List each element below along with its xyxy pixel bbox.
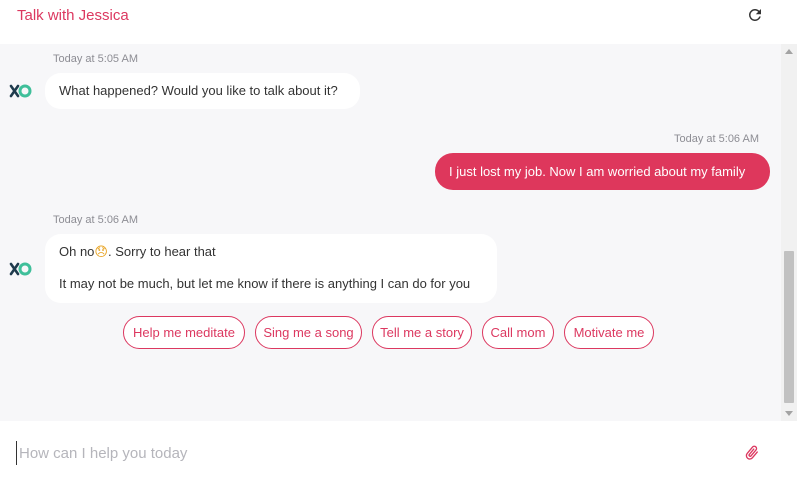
quick-reply-sing-me-a-song[interactable]: Sing me a song: [255, 316, 362, 349]
paperclip-icon[interactable]: [743, 444, 761, 462]
quick-reply-help-me-meditate[interactable]: Help me meditate: [123, 316, 245, 349]
bot-message-bubble: What happened? Would you like to talk ab…: [45, 73, 360, 109]
sad-face-emoji: 😞: [94, 245, 108, 260]
bot-message-bubble: Oh no😞. Sorry to hear that It may not be…: [45, 234, 497, 303]
message-timestamp: Today at 5:06 AM: [674, 133, 759, 145]
user-message-bubble: I just lost my job. Now I am worried abo…: [435, 153, 770, 190]
quick-reply-tell-me-a-story[interactable]: Tell me a story: [372, 316, 472, 349]
message-timestamp: Today at 5:05 AM: [53, 53, 138, 65]
scroll-down-arrow-icon[interactable]: [785, 411, 793, 416]
quick-reply-call-mom[interactable]: Call mom: [482, 316, 554, 349]
message-timestamp: Today at 5:06 AM: [53, 214, 138, 226]
chat-header: Talk with Jessica: [0, 0, 799, 44]
message-text: . Sorry to hear that: [107, 244, 216, 259]
message-input[interactable]: [16, 441, 716, 465]
chat-scrollbar[interactable]: [781, 44, 797, 421]
message-text: What happened? Would you like to talk ab…: [59, 83, 338, 98]
bot-logo-icon: [9, 262, 32, 276]
scrollbar-thumb[interactable]: [784, 251, 794, 403]
bot-logo-icon: [9, 84, 32, 98]
message-text: Oh no: [59, 244, 95, 259]
composer: [0, 421, 799, 484]
message-text: It may not be much, but let me know if t…: [59, 276, 471, 291]
refresh-icon[interactable]: [746, 6, 764, 24]
message-list[interactable]: Today at 5:05 AM What happened? Would yo…: [0, 44, 781, 421]
quick-reply-motivate-me[interactable]: Motivate me: [564, 316, 654, 349]
message-text: I just lost my job. Now I am worried abo…: [449, 164, 746, 179]
scroll-up-arrow-icon[interactable]: [785, 49, 793, 54]
chat-title: Talk with Jessica: [17, 7, 129, 24]
